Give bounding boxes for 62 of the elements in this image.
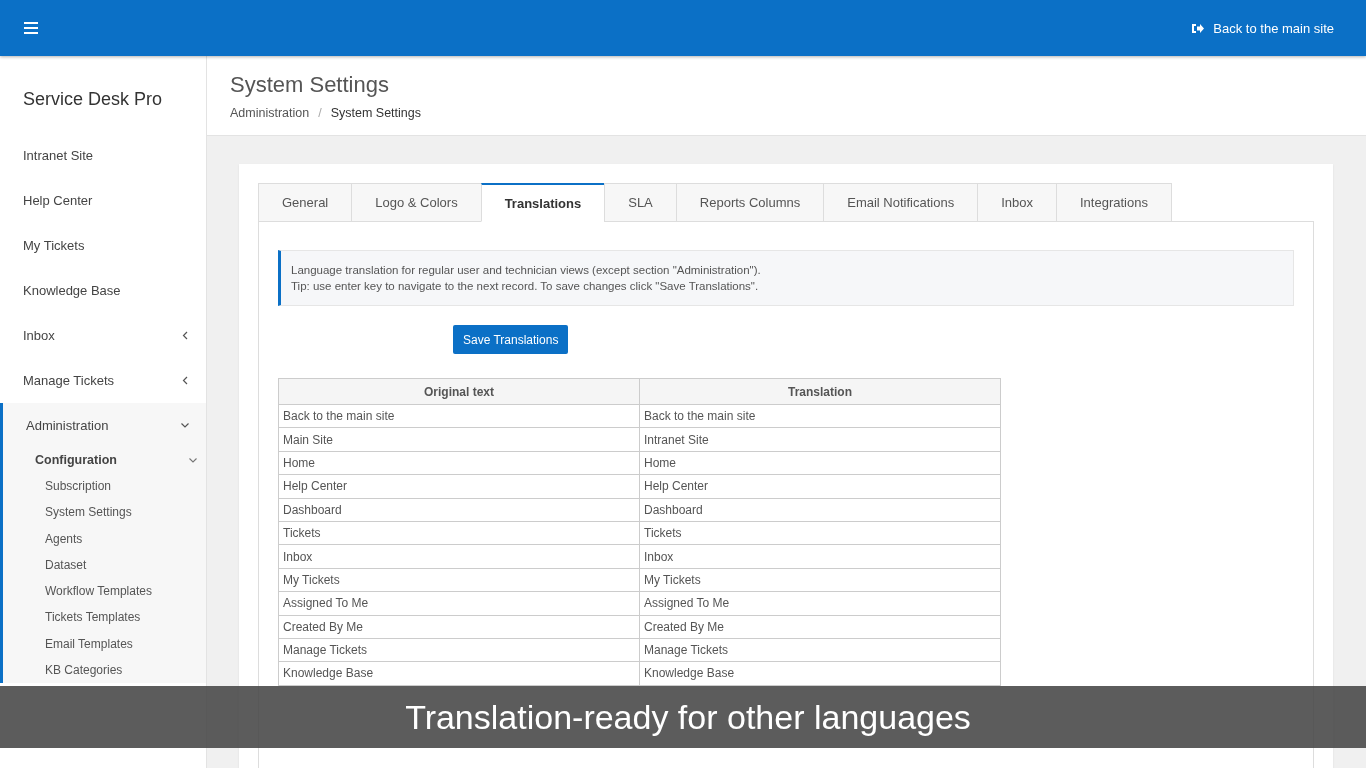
- table-cell: Created By Me: [278, 615, 640, 639]
- brand-name: Service Desk Pro: [22, 88, 164, 111]
- table-cell[interactable]: Assigned To Me: [639, 591, 1001, 615]
- tab[interactable]: Logo & Colors: [351, 183, 481, 222]
- caption-text: Translation-ready for other languages: [404, 697, 971, 737]
- nav-link[interactable]: Workflow Templates: [3, 578, 206, 605]
- tab[interactable]: SLA: [604, 183, 676, 222]
- table-cell[interactable]: Knowledge Base: [639, 661, 1001, 686]
- table-cell[interactable]: Inbox: [639, 544, 1001, 569]
- table-cell[interactable]: Intranet Site: [639, 427, 1001, 452]
- tab[interactable]: General: [258, 183, 352, 222]
- column-header: Original text: [278, 378, 640, 405]
- table-cell: Home: [278, 451, 640, 475]
- table-cell: Help Center: [278, 474, 640, 499]
- info-text: Language translation for regular user and technician views (except section "Administration").: [291, 263, 762, 278]
- table-cell: Back to the main site: [278, 404, 640, 428]
- table-cell: Tickets: [278, 521, 640, 545]
- page-title: System Settings: [230, 72, 390, 98]
- nav-link[interactable]: Agents: [3, 525, 206, 552]
- table-cell[interactable]: Manage Tickets: [639, 638, 1001, 662]
- table-cell: Main Site: [278, 427, 640, 452]
- table-cell: Knowledge Base: [278, 661, 640, 686]
- tab[interactable]: Translations: [480, 183, 605, 222]
- table-cell[interactable]: Tickets: [639, 521, 1001, 545]
- table-cell[interactable]: My Tickets: [639, 568, 1001, 592]
- tab[interactable]: Inbox: [977, 183, 1056, 222]
- tab[interactable]: Reports Columns: [675, 183, 824, 222]
- table-cell: My Tickets: [278, 568, 640, 592]
- table-cell[interactable]: Help Center: [639, 474, 1001, 499]
- back-link[interactable]: Back to the main site: [1191, 20, 1334, 36]
- nav-link[interactable]: Subscription: [3, 473, 206, 500]
- breadcrumb-item[interactable]: Administration: [230, 106, 310, 120]
- table-cell[interactable]: Dashboard: [639, 498, 1001, 522]
- column-header: Translation: [639, 378, 1001, 405]
- nav-item[interactable]: Knowledge Base: [0, 268, 206, 313]
- nav-item[interactable]: Intranet Site: [0, 133, 206, 178]
- save-button[interactable]: Save Translations: [453, 325, 569, 354]
- tab[interactable]: Integrations: [1056, 183, 1172, 222]
- nav-link[interactable]: System Settings: [3, 499, 206, 526]
- nav-item[interactable]: Inbox: [0, 313, 206, 358]
- table-cell: Manage Tickets: [278, 638, 640, 662]
- info-text: Tip: use enter key to navigate to the next record. To save changes click "Save Translations".: [291, 279, 760, 294]
- nav-item[interactable]: My Tickets: [0, 223, 206, 268]
- nav-item[interactable]: Administration: [3, 403, 206, 447]
- nav-item[interactable]: Manage Tickets: [0, 358, 206, 403]
- table-cell: Inbox: [278, 544, 640, 569]
- table-cell: Dashboard: [278, 498, 640, 522]
- nav-link[interactable]: Dataset: [3, 551, 206, 579]
- breadcrumb-item: System Settings: [330, 106, 421, 120]
- nav-link[interactable]: KB Categories: [3, 657, 206, 684]
- sign-out-icon: [1191, 22, 1205, 34]
- tab[interactable]: Email Notifications: [823, 183, 978, 222]
- table-cell: Assigned To Me: [278, 591, 640, 615]
- nav-link[interactable]: Tickets Templates: [3, 604, 206, 631]
- breadcrumb-separator: /: [318, 106, 322, 120]
- nav-item[interactable]: Help Center: [0, 178, 206, 223]
- table-cell[interactable]: Home: [639, 451, 1001, 475]
- nav-subgroup[interactable]: Configuration: [3, 447, 206, 473]
- menu-icon[interactable]: [24, 22, 38, 34]
- nav-link[interactable]: Email Templates: [3, 630, 206, 658]
- table-cell[interactable]: Back to the main site: [639, 404, 1001, 428]
- table-cell[interactable]: Created By Me: [639, 615, 1001, 639]
